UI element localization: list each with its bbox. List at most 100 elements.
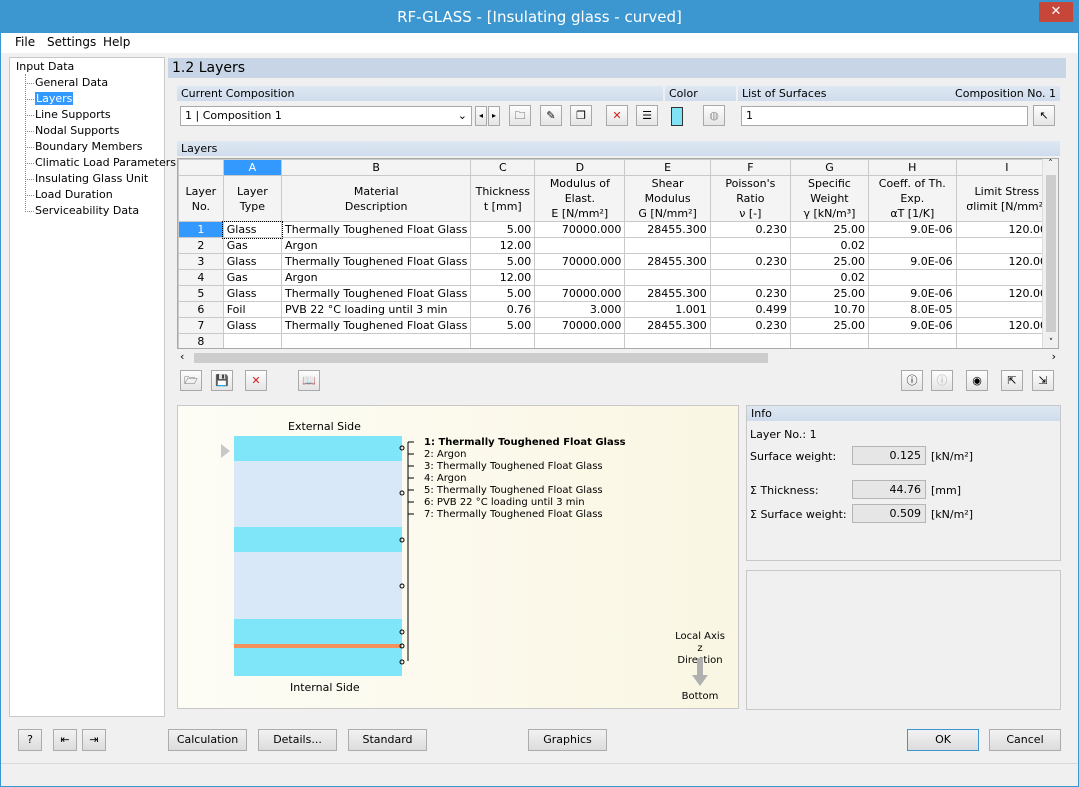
layer-7-glass[interactable] — [234, 648, 402, 676]
table-cell[interactable]: 12.00 — [470, 269, 536, 286]
table-cell[interactable]: 9.0E-06 — [867, 317, 957, 334]
table-cell[interactable]: Thermally Toughened Float Glass — [281, 317, 472, 334]
table-cell[interactable]: 28455.300 — [624, 221, 711, 238]
row-number[interactable]: 7 — [178, 317, 224, 334]
table-cell[interactable] — [709, 333, 791, 348]
table-cell[interactable]: Foil — [222, 301, 283, 318]
table-cell[interactable]: 5.00 — [470, 317, 536, 334]
help-button[interactable]: ? — [18, 729, 42, 751]
nav-root[interactable]: Input Data — [16, 60, 74, 73]
table-cell[interactable]: 70000.000 — [534, 317, 626, 334]
nav-item-layers[interactable]: Layers — [35, 92, 74, 105]
table-cell[interactable] — [789, 333, 869, 348]
details-button[interactable]: Details... — [258, 729, 337, 751]
color-swatch[interactable] — [671, 107, 683, 126]
column-letter[interactable]: C — [470, 159, 536, 176]
table-row[interactable]: 8 — [178, 333, 1058, 348]
table-cell[interactable] — [709, 269, 791, 286]
previous-button[interactable]: ⇤ — [53, 729, 77, 751]
table-cell[interactable]: Argon — [281, 269, 472, 286]
table-cell[interactable] — [867, 333, 957, 348]
table-cell[interactable]: 8.0E-05 — [867, 301, 957, 318]
table-cell[interactable]: 1.001 — [624, 301, 711, 318]
table-cell[interactable]: 0.499 — [709, 301, 791, 318]
column-letter[interactable]: H — [867, 159, 957, 176]
table-row[interactable]: 4 Gas Argon 12.00 0.02 — [178, 269, 1058, 286]
column-letter[interactable]: B — [281, 159, 472, 176]
table-cell[interactable]: 10.70 — [789, 301, 869, 318]
table-cell[interactable]: 9.0E-06 — [867, 253, 957, 270]
column-letter[interactable]: G — [789, 159, 869, 176]
scroll-down-icon[interactable]: ˅ — [1043, 338, 1058, 348]
row-number[interactable]: 2 — [178, 237, 224, 254]
nav-item-boundary-members[interactable]: Boundary Members — [35, 140, 142, 153]
table-cell[interactable] — [222, 333, 283, 348]
table-cell[interactable]: 0.230 — [709, 317, 791, 334]
row-number[interactable]: 3 — [178, 253, 224, 270]
table-cell[interactable]: 5.00 — [470, 285, 536, 302]
delete-row-button[interactable]: ✕ — [245, 370, 267, 391]
row-number[interactable]: 1 — [178, 221, 224, 238]
table-cell[interactable] — [624, 269, 711, 286]
select-surfaces-button[interactable]: ↖ — [1033, 105, 1055, 126]
table-row[interactable]: 3 Glass Thermally Toughened Float Glass 5.0… — [178, 253, 1058, 270]
open-button[interactable]: 🗁 — [180, 370, 202, 391]
layer-1-glass[interactable] — [234, 436, 402, 461]
table-cell[interactable]: Gas — [222, 237, 283, 254]
table-cell[interactable]: 0.76 — [470, 301, 536, 318]
table-cell[interactable]: 5.00 — [470, 253, 536, 270]
column-letter[interactable]: E — [624, 159, 711, 176]
export-button[interactable]: ⇱ — [1001, 370, 1023, 391]
row-number[interactable]: 6 — [178, 301, 224, 318]
nav-item-climatic-load[interactable]: Climatic Load Parameters — [35, 156, 176, 169]
delete-composition-button[interactable]: ✕ — [606, 105, 628, 126]
close-button[interactable]: ✕ — [1039, 2, 1073, 22]
table-cell[interactable] — [867, 237, 957, 254]
import-button[interactable]: ⇲ — [1032, 370, 1054, 391]
view-button[interactable]: ◉ — [966, 370, 988, 391]
table-cell[interactable]: 0.230 — [709, 253, 791, 270]
table-row[interactable]: 1 Glass Thermally Toughened Float Glass 5.0… — [178, 220, 1058, 239]
next-composition-button[interactable]: ▸ — [488, 106, 500, 126]
table-row[interactable]: 2 Gas Argon 12.00 0.02 — [178, 237, 1058, 254]
table-cell[interactable]: Thermally Toughened Float Glass — [281, 253, 472, 270]
table-cell[interactable]: Thermally Toughened Float Glass — [281, 285, 472, 302]
table-cell[interactable] — [624, 237, 711, 254]
scroll-right-icon[interactable]: › — [1052, 350, 1056, 363]
row-number[interactable]: 4 — [178, 269, 224, 286]
ok-button[interactable]: OK — [907, 729, 979, 751]
table-cell[interactable]: Gas — [222, 269, 283, 286]
table-cell[interactable]: 0.02 — [789, 269, 869, 286]
table-cell[interactable]: 3.000 — [534, 301, 626, 318]
table-cell[interactable]: 70000.000 — [534, 253, 626, 270]
table-cell[interactable]: 28455.300 — [624, 253, 711, 270]
nav-item-serviceability-data[interactable]: Serviceability Data — [35, 204, 139, 217]
table-cell[interactable]: 0.02 — [789, 237, 869, 254]
new-composition-button[interactable]: 🗀 — [509, 105, 531, 126]
menu-settings[interactable]: Settings — [47, 35, 96, 49]
menu-file[interactable]: File — [15, 35, 35, 49]
save-button[interactable]: 💾 — [211, 370, 233, 391]
surfaces-input[interactable]: 1 — [741, 106, 1028, 126]
row-number[interactable]: 5 — [178, 285, 224, 302]
table-cell[interactable]: 25.00 — [789, 221, 869, 238]
hscroll-thumb[interactable] — [194, 353, 768, 363]
layer-4-gas[interactable] — [234, 552, 402, 619]
horizontal-scrollbar[interactable]: ‹ › — [177, 350, 1059, 366]
calculation-button[interactable]: Calculation — [168, 729, 247, 751]
composition-list-button[interactable]: ☰ — [636, 105, 658, 126]
table-row[interactable]: 5 Glass Thermally Toughened Float Glass 5.0… — [178, 285, 1058, 302]
table-cell[interactable]: Glass — [222, 285, 283, 302]
table-cell[interactable]: 9.0E-06 — [867, 221, 957, 238]
table-cell[interactable] — [534, 237, 626, 254]
column-letter[interactable]: D — [534, 159, 626, 176]
table-cell[interactable]: 25.00 — [789, 317, 869, 334]
layer-3-glass[interactable] — [234, 527, 402, 552]
table-cell[interactable]: 25.00 — [789, 285, 869, 302]
table-cell[interactable]: 9.0E-06 — [867, 285, 957, 302]
edit-composition-button[interactable]: ✎ — [540, 105, 562, 126]
column-letter[interactable]: F — [709, 159, 791, 176]
table-cell[interactable] — [534, 269, 626, 286]
table-cell[interactable]: 28455.300 — [624, 317, 711, 334]
table-row[interactable]: 7 Glass Thermally Toughened Float Glass 5.0… — [178, 317, 1058, 334]
